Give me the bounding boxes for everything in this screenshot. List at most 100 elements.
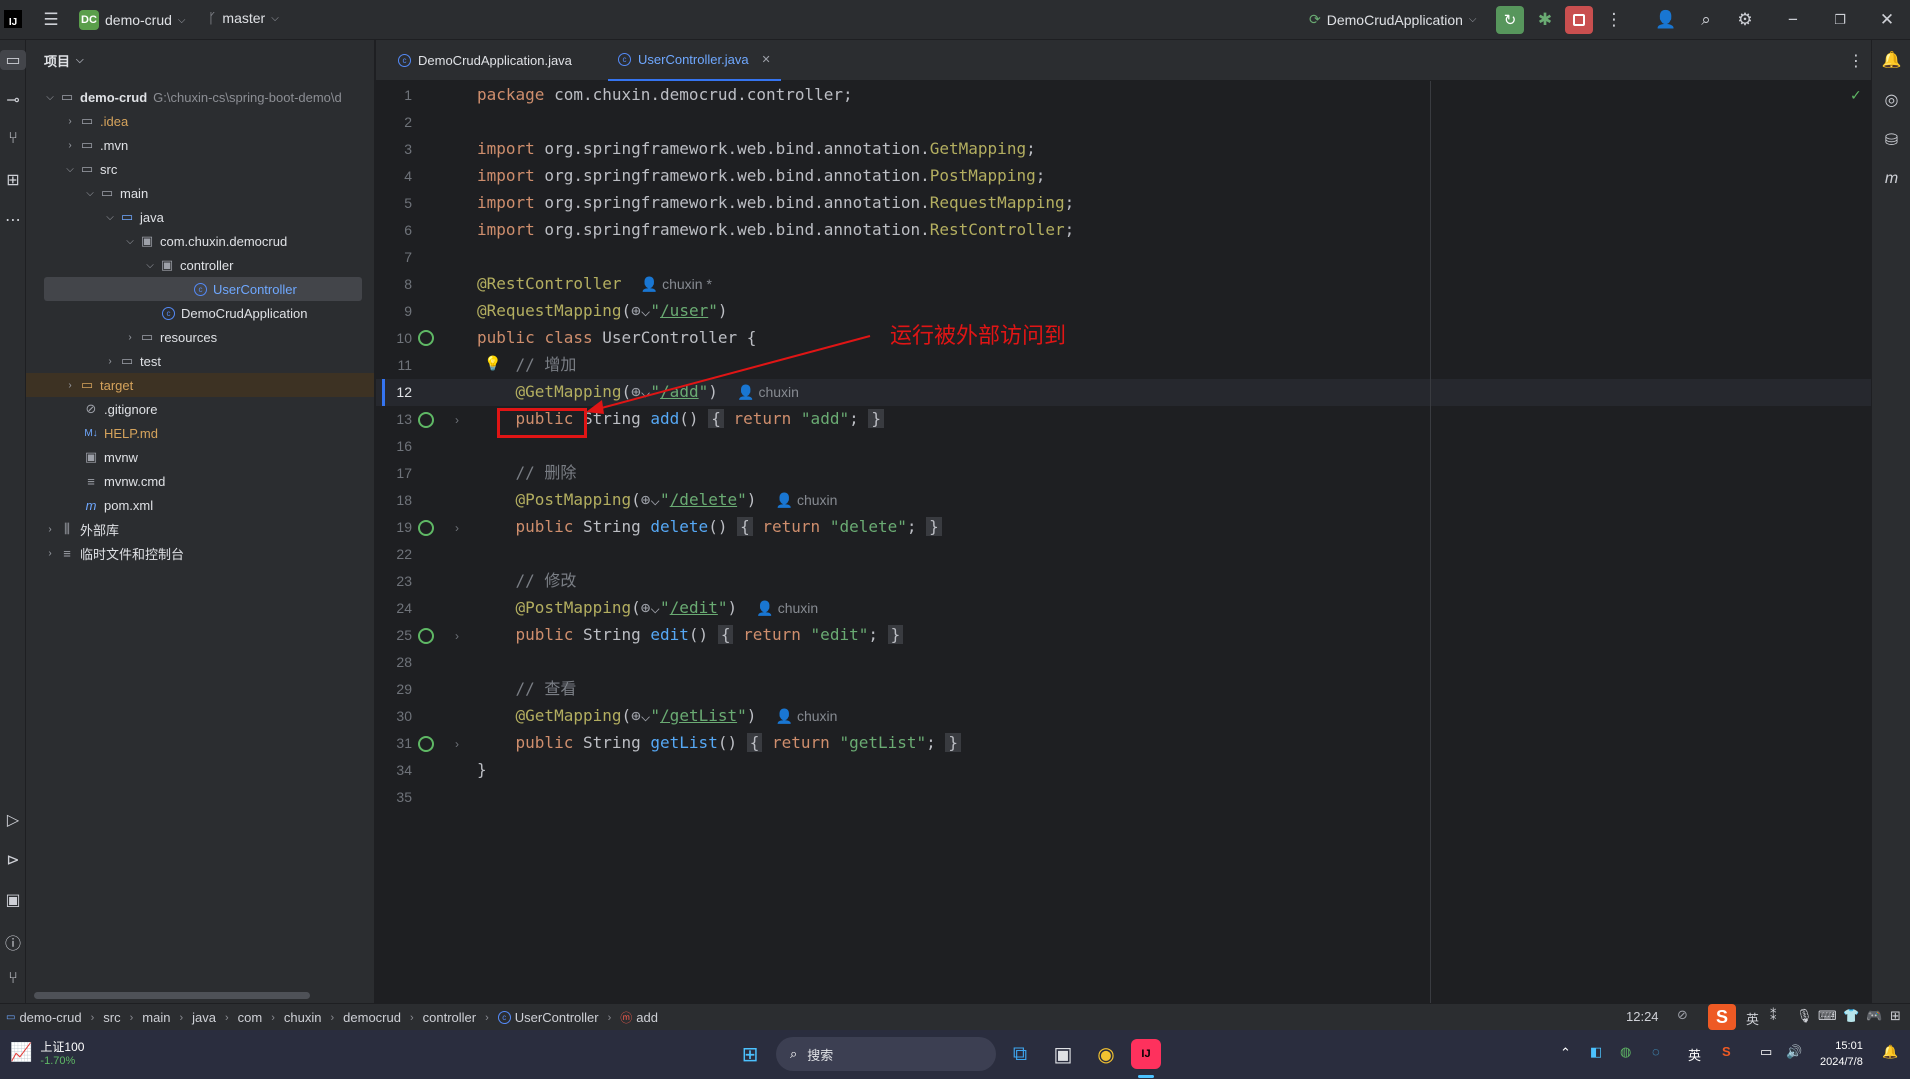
folded-region[interactable]: }: [926, 517, 942, 536]
git-icon[interactable]: ⑂: [0, 970, 26, 988]
tree-item-demo-crud[interactable]: ⌵ ▭ demo-crud G:\chuxin-cs\spring-boot-dem…: [26, 85, 374, 109]
code-editor[interactable]: ✓ 1 2 3 4 5 6 7 8 9 10 11 12 13 16 17 18…: [376, 81, 1871, 1003]
search-icon[interactable]: ⌕: [1691, 5, 1721, 35]
settings-gear-icon[interactable]: ⚙: [1730, 5, 1760, 35]
author-inlay[interactable]: 👤 chuxin: [776, 708, 838, 724]
more-actions-icon[interactable]: ⋮: [1599, 5, 1629, 35]
author-inlay[interactable]: 👤 chuxin *: [641, 276, 712, 292]
sogou-ime-icon[interactable]: S: [1708, 1004, 1736, 1030]
ime-tools-icon[interactable]: ⁑: [1770, 1008, 1777, 1024]
tree-item-mvn[interactable]: › ▭ .mvn: [26, 133, 374, 157]
stock-widget[interactable]: 📈 上证100 -1.70%: [10, 1038, 84, 1067]
spring-bean-run-icon[interactable]: [418, 330, 434, 346]
maven-icon[interactable]: m: [1872, 170, 1910, 188]
tree-item-controller[interactable]: ⌵ ▣ controller: [26, 253, 374, 277]
grid-menu-icon[interactable]: ⊞: [1890, 1008, 1901, 1024]
skin-icon[interactable]: 👕: [1843, 1008, 1859, 1024]
tree-item-target[interactable]: › ▭ target: [26, 373, 374, 397]
close-icon[interactable]: ✕: [1872, 5, 1902, 35]
globe-icon[interactable]: ⊕⌵: [641, 598, 660, 617]
tree-item-scratches[interactable]: › ≡ 临时文件和控制台: [26, 541, 374, 565]
notification-icon[interactable]: 🔔: [1882, 1044, 1898, 1060]
tray-status-icon[interactable]: ◌: [1652, 1044, 1660, 1059]
breadcrumb-item[interactable]: c UserController: [497, 1010, 599, 1025]
ai-assistant-icon[interactable]: ◎: [1872, 90, 1910, 110]
url-path[interactable]: /getList: [660, 706, 737, 725]
endpoint-icon[interactable]: [418, 520, 434, 536]
services-icon[interactable]: ⊳: [0, 850, 26, 870]
intellij-logo-icon[interactable]: IJ: [4, 10, 22, 28]
tree-item-src[interactable]: ⌵ ▭ src: [26, 157, 374, 181]
code-with-me-icon[interactable]: 👤: [1651, 5, 1681, 35]
url-path[interactable]: /user: [660, 301, 708, 320]
breadcrumb-item[interactable]: chuxin: [284, 1010, 322, 1025]
project-panel-header[interactable]: 项目 ⌵: [26, 40, 374, 80]
tree-item-java[interactable]: ⌵ ▭ java: [26, 205, 374, 229]
game-icon[interactable]: 🎮: [1866, 1008, 1882, 1024]
windows-start-icon[interactable]: ⊞: [732, 1036, 768, 1072]
main-menu-icon[interactable]: ☰: [36, 5, 66, 35]
keyboard-icon[interactable]: ⌨: [1818, 1008, 1837, 1024]
breadcrumb-item[interactable]: ⓜ add: [620, 1009, 658, 1026]
folded-region[interactable]: {: [737, 517, 753, 536]
clock[interactable]: 15:01 2024/7/8: [1820, 1038, 1863, 1070]
restore-icon[interactable]: ❐: [1825, 5, 1855, 35]
globe-icon[interactable]: ⊕⌵: [641, 490, 660, 509]
tree-item-pom-xml[interactable]: m pom.xml: [26, 493, 374, 517]
tree-item-mvnw-cmd[interactable]: ≡ mvnw.cmd: [26, 469, 374, 493]
database-icon[interactable]: ⛁: [1872, 130, 1910, 150]
author-inlay[interactable]: 👤 chuxin: [776, 492, 838, 508]
folded-region[interactable]: }: [887, 625, 904, 644]
minimize-icon[interactable]: −: [1778, 5, 1808, 35]
rerun-button[interactable]: ↻: [1496, 6, 1524, 34]
vscode-icon[interactable]: ⧉: [1002, 1036, 1038, 1072]
tree-item-resources[interactable]: › ▭ resources: [26, 325, 374, 349]
run-config-selector[interactable]: ⟳ DemoCrudApplication ⌵: [1309, 11, 1477, 28]
problems-icon[interactable]: ⓘ: [0, 930, 26, 954]
breadcrumb-item[interactable]: java: [192, 1010, 216, 1025]
terminal-icon[interactable]: ▣: [0, 890, 26, 910]
tree-item-test[interactable]: › ▭ test: [26, 349, 374, 373]
volume-icon[interactable]: 🔊: [1786, 1044, 1802, 1060]
more-tools-icon[interactable]: ⋯: [0, 210, 26, 230]
tree-item-gitignore[interactable]: ⊘ .gitignore: [26, 397, 374, 421]
tree-item-main[interactable]: ⌵ ▭ main: [26, 181, 374, 205]
notifications-bell-icon[interactable]: 🔔: [1872, 50, 1910, 70]
tree-item-democrudapplication[interactable]: c DemoCrudApplication: [26, 301, 374, 325]
tree-item-idea[interactable]: › ▭ .idea: [26, 109, 374, 133]
intellij-app-icon[interactable]: IJ: [1131, 1039, 1161, 1069]
microphone-icon[interactable]: 🎙: [1796, 1008, 1813, 1024]
fold-expand-icon[interactable]: ›: [455, 737, 459, 751]
terminal-app-icon[interactable]: ▣: [1045, 1036, 1081, 1072]
readonly-toggle-icon[interactable]: ⊘: [1677, 1007, 1688, 1023]
ime-indicator[interactable]: 英: [1688, 1045, 1701, 1064]
breadcrumb-item[interactable]: main: [142, 1010, 170, 1025]
network-icon[interactable]: ▭: [1760, 1044, 1772, 1060]
tree-item-usercontroller[interactable]: c UserController: [44, 277, 362, 301]
tree-item-package[interactable]: ⌵ ▣ com.chuxin.democrud: [26, 229, 374, 253]
globe-icon[interactable]: ⊕⌵: [631, 301, 650, 320]
tab-options-icon[interactable]: ⋮: [1848, 51, 1864, 71]
wechat-icon[interactable]: ◍: [1620, 1044, 1631, 1060]
chrome-icon[interactable]: ◉: [1088, 1036, 1124, 1072]
folded-region[interactable]: }: [945, 733, 962, 752]
stop-button[interactable]: [1565, 6, 1593, 34]
fold-expand-icon[interactable]: ›: [455, 521, 459, 535]
tab-usercontroller[interactable]: c UserController.java ✕: [608, 40, 781, 81]
tree-item-external-libraries[interactable]: › ⫼ 外部库: [26, 517, 374, 541]
tray-app-icon[interactable]: ◧: [1590, 1044, 1602, 1060]
breadcrumb-item[interactable]: ▭ demo-crud: [6, 1010, 82, 1025]
debug-icon[interactable]: ✱: [1530, 5, 1560, 35]
sogou-tray-icon[interactable]: S: [1722, 1044, 1731, 1059]
breadcrumb-item[interactable]: com: [238, 1010, 263, 1025]
url-path[interactable]: /delete: [670, 490, 737, 509]
fold-expand-icon[interactable]: ›: [455, 629, 459, 643]
close-tab-icon[interactable]: ✕: [762, 53, 771, 66]
folded-region[interactable]: {: [746, 733, 763, 752]
pull-requests-icon[interactable]: ⑂: [0, 130, 26, 148]
run-icon[interactable]: ▷: [0, 810, 26, 830]
ime-mode-label[interactable]: 英: [1746, 1009, 1759, 1028]
taskbar-search[interactable]: ⌕ 搜索: [776, 1037, 996, 1071]
breadcrumb-item[interactable]: src: [103, 1010, 120, 1025]
tree-item-help-md[interactable]: M↓ HELP.md: [26, 421, 374, 445]
